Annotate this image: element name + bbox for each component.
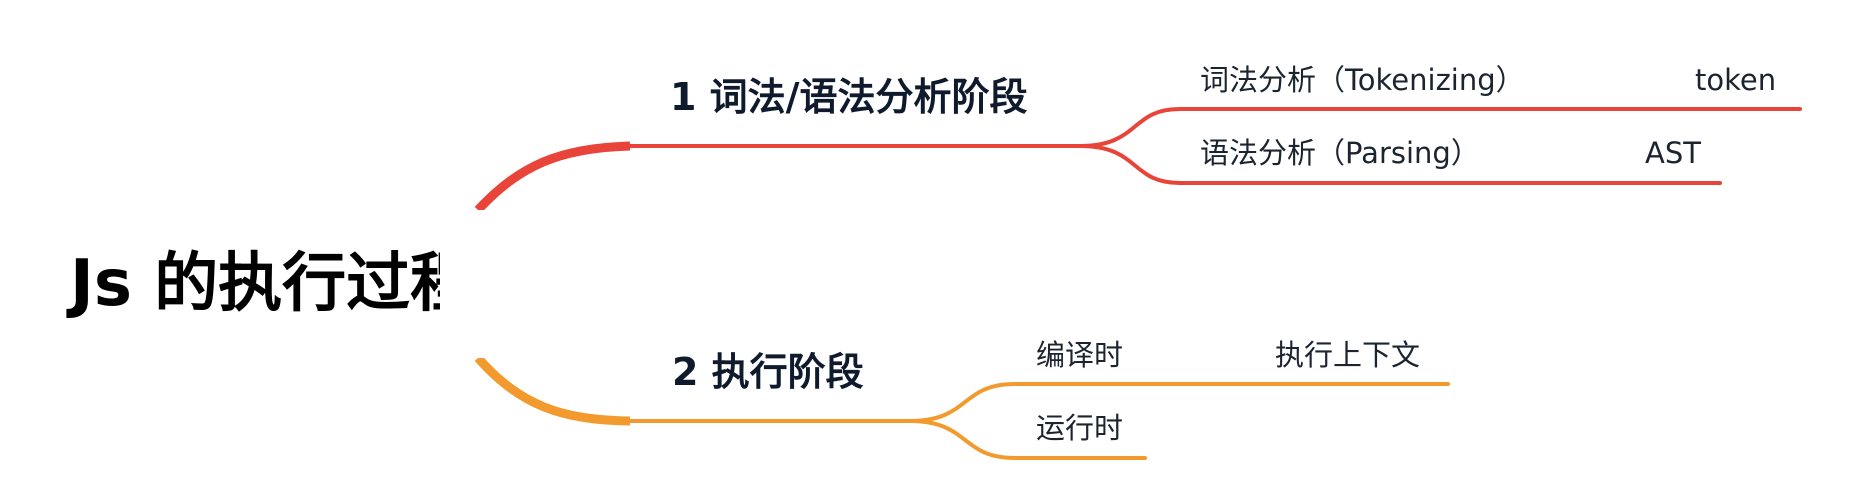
leaf-ast-label: AST: [1645, 136, 1701, 170]
root-title: Js 的执行过程: [66, 247, 474, 321]
branch-1-node[interactable]: 1 词法/语法分析阶段: [670, 75, 1028, 119]
root-gap-mask: [440, 210, 500, 358]
leaf-run-time[interactable]: 运行时: [1036, 411, 1123, 445]
leaf-ast[interactable]: AST: [1645, 136, 1701, 170]
leaf-parsing-label: 语法分析（Parsing）: [1200, 136, 1480, 170]
leaf-token-label: token: [1695, 63, 1776, 97]
root-to-branch-2-connector: [474, 355, 631, 426]
leaf-execution-context-label: 执行上下文: [1275, 338, 1420, 372]
leaf-compile-time[interactable]: 编译时: [1036, 338, 1123, 372]
branch-2-node[interactable]: 2 执行阶段: [672, 350, 864, 394]
branch-2-title: 2 执行阶段: [672, 350, 864, 394]
root-to-branch-1-connector: [474, 141, 631, 214]
branch-1-title: 1 词法/语法分析阶段: [670, 75, 1028, 119]
leaf-compile-time-label: 编译时: [1036, 338, 1123, 372]
mindmap-canvas: Js 的执行过程 1 词法/语法分析阶段 词法分析（Tokenizing） to…: [66, 63, 1802, 460]
leaf-parsing[interactable]: 语法分析（Parsing）: [1200, 136, 1480, 170]
root-node[interactable]: Js 的执行过程: [66, 247, 474, 321]
leaf-tokenizing[interactable]: 词法分析（Tokenizing）: [1200, 63, 1525, 97]
leaf-token[interactable]: token: [1695, 63, 1776, 97]
branch-1-connectors: [474, 107, 1802, 214]
branch-2-connectors: [474, 355, 1450, 460]
leaf-tokenizing-label: 词法分析（Tokenizing）: [1200, 63, 1525, 97]
leaf-run-time-label: 运行时: [1036, 411, 1123, 445]
leaf-execution-context[interactable]: 执行上下文: [1275, 338, 1420, 372]
